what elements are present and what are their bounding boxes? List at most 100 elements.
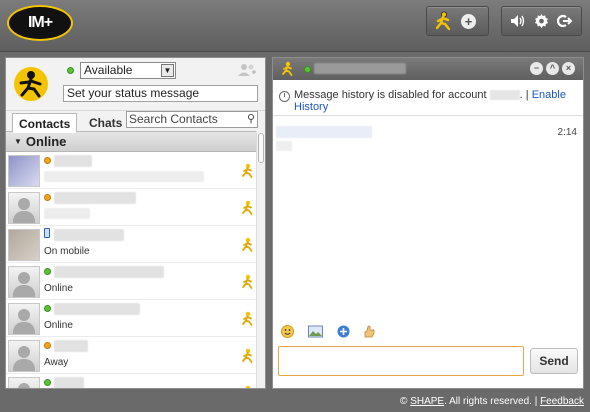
logo-text: IM+ xyxy=(27,14,53,31)
avatar xyxy=(8,229,40,261)
contact-name-redacted xyxy=(54,303,140,315)
group-header-online[interactable]: ▼ Online xyxy=(6,132,265,152)
avatar xyxy=(8,377,40,388)
logout-icon[interactable] xyxy=(557,14,572,28)
mobile-phone-icon xyxy=(44,228,50,238)
compose-toolbar xyxy=(273,322,583,342)
contact-status-redacted xyxy=(44,208,90,219)
contact-name-redacted xyxy=(54,377,84,388)
search-contacts-input[interactable]: Search Contacts ⚲ xyxy=(126,111,258,128)
own-status-dot xyxy=(67,67,74,74)
online-status-icon xyxy=(44,379,51,386)
minimize-icon[interactable]: − xyxy=(530,62,543,75)
im-runner-icon[interactable] xyxy=(241,385,255,389)
contact-name-redacted xyxy=(54,229,124,241)
status-message-placeholder: Set your status message xyxy=(67,86,200,100)
contact-name-redacted xyxy=(54,266,164,278)
message-redacted xyxy=(276,141,292,151)
chat-contact-name-redacted xyxy=(314,63,406,74)
away-status-icon xyxy=(44,194,51,201)
add-contact-group[interactable]: + xyxy=(426,6,489,36)
list-item[interactable] xyxy=(6,374,265,389)
brand-link[interactable]: SHAPE xyxy=(410,396,444,407)
message-area: 2:14 xyxy=(273,116,583,306)
contact-status-text: Online xyxy=(44,283,73,294)
runner-icon[interactable] xyxy=(435,11,453,31)
collapse-triangle-icon[interactable]: ▼ xyxy=(14,137,22,146)
send-button[interactable]: Send xyxy=(530,348,578,374)
im-runner-icon xyxy=(282,61,293,76)
avatar xyxy=(8,192,40,224)
message-timestamp: 2:14 xyxy=(557,127,577,138)
im-runner-icon[interactable] xyxy=(241,274,255,290)
nudge-hand-icon[interactable] xyxy=(363,325,376,338)
search-icon[interactable]: ⚲ xyxy=(247,112,255,127)
im-runner-icon[interactable] xyxy=(241,311,255,327)
maximize-icon[interactable]: ^ xyxy=(546,62,559,75)
status-dropdown[interactable]: Available ▼ xyxy=(80,62,176,79)
tab-chats[interactable]: Chats xyxy=(83,113,128,133)
contact-status-text: Away xyxy=(44,357,69,368)
feedback-link[interactable]: Feedback xyxy=(540,396,584,407)
speaker-icon[interactable] xyxy=(510,14,526,28)
history-notice-text: Message history is disabled for account xyxy=(294,89,490,101)
list-item[interactable] xyxy=(6,189,265,226)
gear-icon[interactable] xyxy=(534,13,549,29)
list-item[interactable]: Online xyxy=(6,300,265,337)
away-status-icon xyxy=(44,157,51,164)
chat-header: − ^ × xyxy=(273,58,583,80)
close-icon[interactable]: × xyxy=(562,62,575,75)
message-redacted xyxy=(276,126,372,138)
im-runner-icon[interactable] xyxy=(241,200,255,216)
im-runner-icon[interactable] xyxy=(241,348,255,364)
add-icon[interactable]: + xyxy=(461,13,476,29)
system-controls xyxy=(501,6,582,36)
list-item[interactable]: On mobile xyxy=(6,226,265,263)
im-runner-icon[interactable] xyxy=(241,237,255,253)
chevron-down-icon[interactable]: ▼ xyxy=(161,64,174,77)
clock-icon xyxy=(279,91,290,102)
add-people-icon[interactable] xyxy=(237,63,257,77)
avatar xyxy=(8,155,40,187)
group-name: Online xyxy=(25,134,67,149)
contact-name-redacted xyxy=(54,155,92,167)
list-item[interactable]: Online xyxy=(6,263,265,300)
online-status-icon xyxy=(44,268,51,275)
add-circle-icon[interactable] xyxy=(337,325,350,338)
status-value: Available xyxy=(84,63,133,77)
account-redacted xyxy=(489,90,520,101)
online-status-icon xyxy=(44,305,51,312)
contact-tabs: Contacts Chats Search Contacts ⚲ xyxy=(6,111,265,133)
avatar xyxy=(8,266,40,298)
contact-status-redacted xyxy=(44,171,204,182)
chat-panel: − ^ × Message history is disabled for ac… xyxy=(272,57,584,389)
history-separator: . | xyxy=(519,89,532,101)
contact-name-redacted xyxy=(54,192,136,204)
contact-list-panel: Available ▼ Set your status message Cont… xyxy=(5,57,266,389)
search-placeholder: Search Contacts xyxy=(129,112,218,126)
avatar xyxy=(8,303,40,335)
message-input[interactable] xyxy=(278,346,524,376)
away-status-icon xyxy=(44,342,51,349)
avatar xyxy=(8,340,40,372)
emoticon-icon[interactable] xyxy=(281,325,294,338)
contact-status-text: On mobile xyxy=(44,246,90,257)
footer: © SHAPE. All rights reserved. | Feedback xyxy=(400,396,584,407)
list-item[interactable] xyxy=(6,152,265,189)
history-notice: Message history is disabled for account … xyxy=(273,80,583,116)
top-bar: IM+ + xyxy=(0,0,590,52)
tab-contacts[interactable]: Contacts xyxy=(12,113,78,133)
user-avatar[interactable] xyxy=(11,66,51,102)
contact-status-text: Online xyxy=(44,320,73,331)
contact-list-scrollbar[interactable] xyxy=(256,131,265,388)
app-logo: IM+ xyxy=(7,5,73,41)
status-message-input[interactable]: Set your status message xyxy=(63,85,258,102)
list-item[interactable]: Away xyxy=(6,337,265,374)
scrollbar-thumb[interactable] xyxy=(258,133,264,163)
image-icon[interactable] xyxy=(308,325,323,338)
contact-name-redacted xyxy=(54,340,88,352)
online-status-icon xyxy=(304,66,311,73)
im-runner-icon[interactable] xyxy=(241,163,255,179)
contact-list: On mobile Online Online Away xyxy=(6,152,265,389)
profile-header: Available ▼ Set your status message xyxy=(6,58,265,111)
